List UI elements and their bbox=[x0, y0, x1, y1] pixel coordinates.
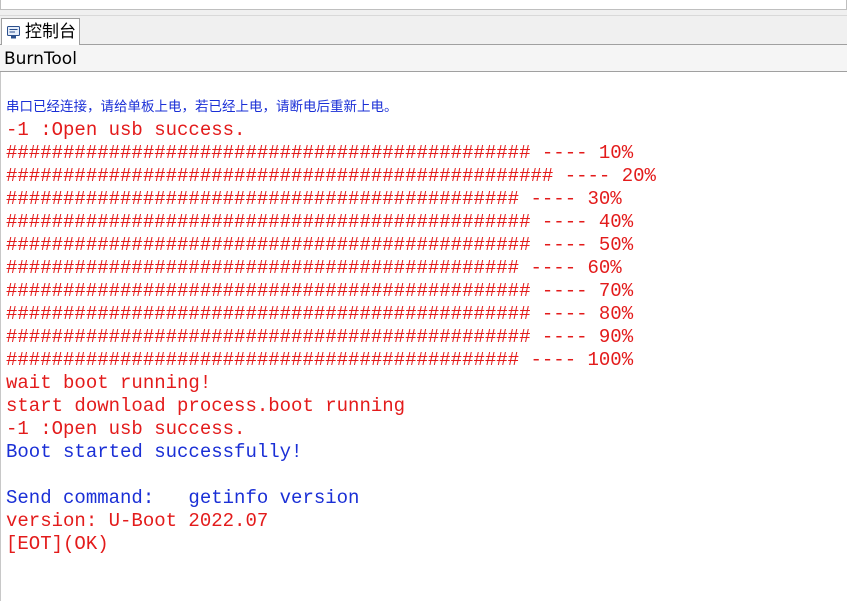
console-line: version: U-Boot 2022.07 bbox=[6, 510, 269, 532]
console-line: ########################################… bbox=[6, 211, 634, 233]
console-line: wait boot running! bbox=[6, 372, 212, 394]
console-line: start download process.boot running bbox=[6, 395, 406, 417]
tab-console[interactable]: 控制台 bbox=[1, 18, 80, 45]
console-line: -1 :Open usb success. bbox=[6, 119, 246, 141]
console-line: ########################################… bbox=[6, 326, 634, 348]
console-line: ########################################… bbox=[6, 257, 622, 279]
console-output[interactable]: 串口已经连接，请给单板上电，若已经上电，请断电后重新上电。 -1 :Open u… bbox=[0, 72, 847, 601]
console-line: ########################################… bbox=[6, 303, 634, 325]
top-strip bbox=[0, 0, 847, 16]
top-panel-edge bbox=[0, 0, 847, 10]
console-icon bbox=[6, 25, 21, 40]
console-line: ########################################… bbox=[6, 234, 634, 256]
console-line: Send command: getinfo version bbox=[6, 487, 360, 509]
console-line: ########################################… bbox=[6, 349, 634, 371]
console-line: ########################################… bbox=[6, 188, 622, 210]
console-title-bar: BurnTool bbox=[0, 45, 847, 72]
tab-console-label: 控制台 bbox=[25, 21, 76, 42]
console-line: ########################################… bbox=[6, 165, 656, 187]
console-line: 串口已经连接，请给单板上电，若已经上电，请断电后重新上电。 bbox=[6, 99, 398, 115]
console-line: Boot started successfully! bbox=[6, 441, 303, 463]
console-line: ########################################… bbox=[6, 280, 634, 302]
view-tab-bar: 控制台 bbox=[0, 16, 847, 45]
console-line: ########################################… bbox=[6, 142, 634, 164]
console-line: [EOT](OK) bbox=[6, 533, 109, 555]
console-title: BurnTool bbox=[4, 49, 77, 69]
console-line: -1 :Open usb success. bbox=[6, 418, 246, 440]
